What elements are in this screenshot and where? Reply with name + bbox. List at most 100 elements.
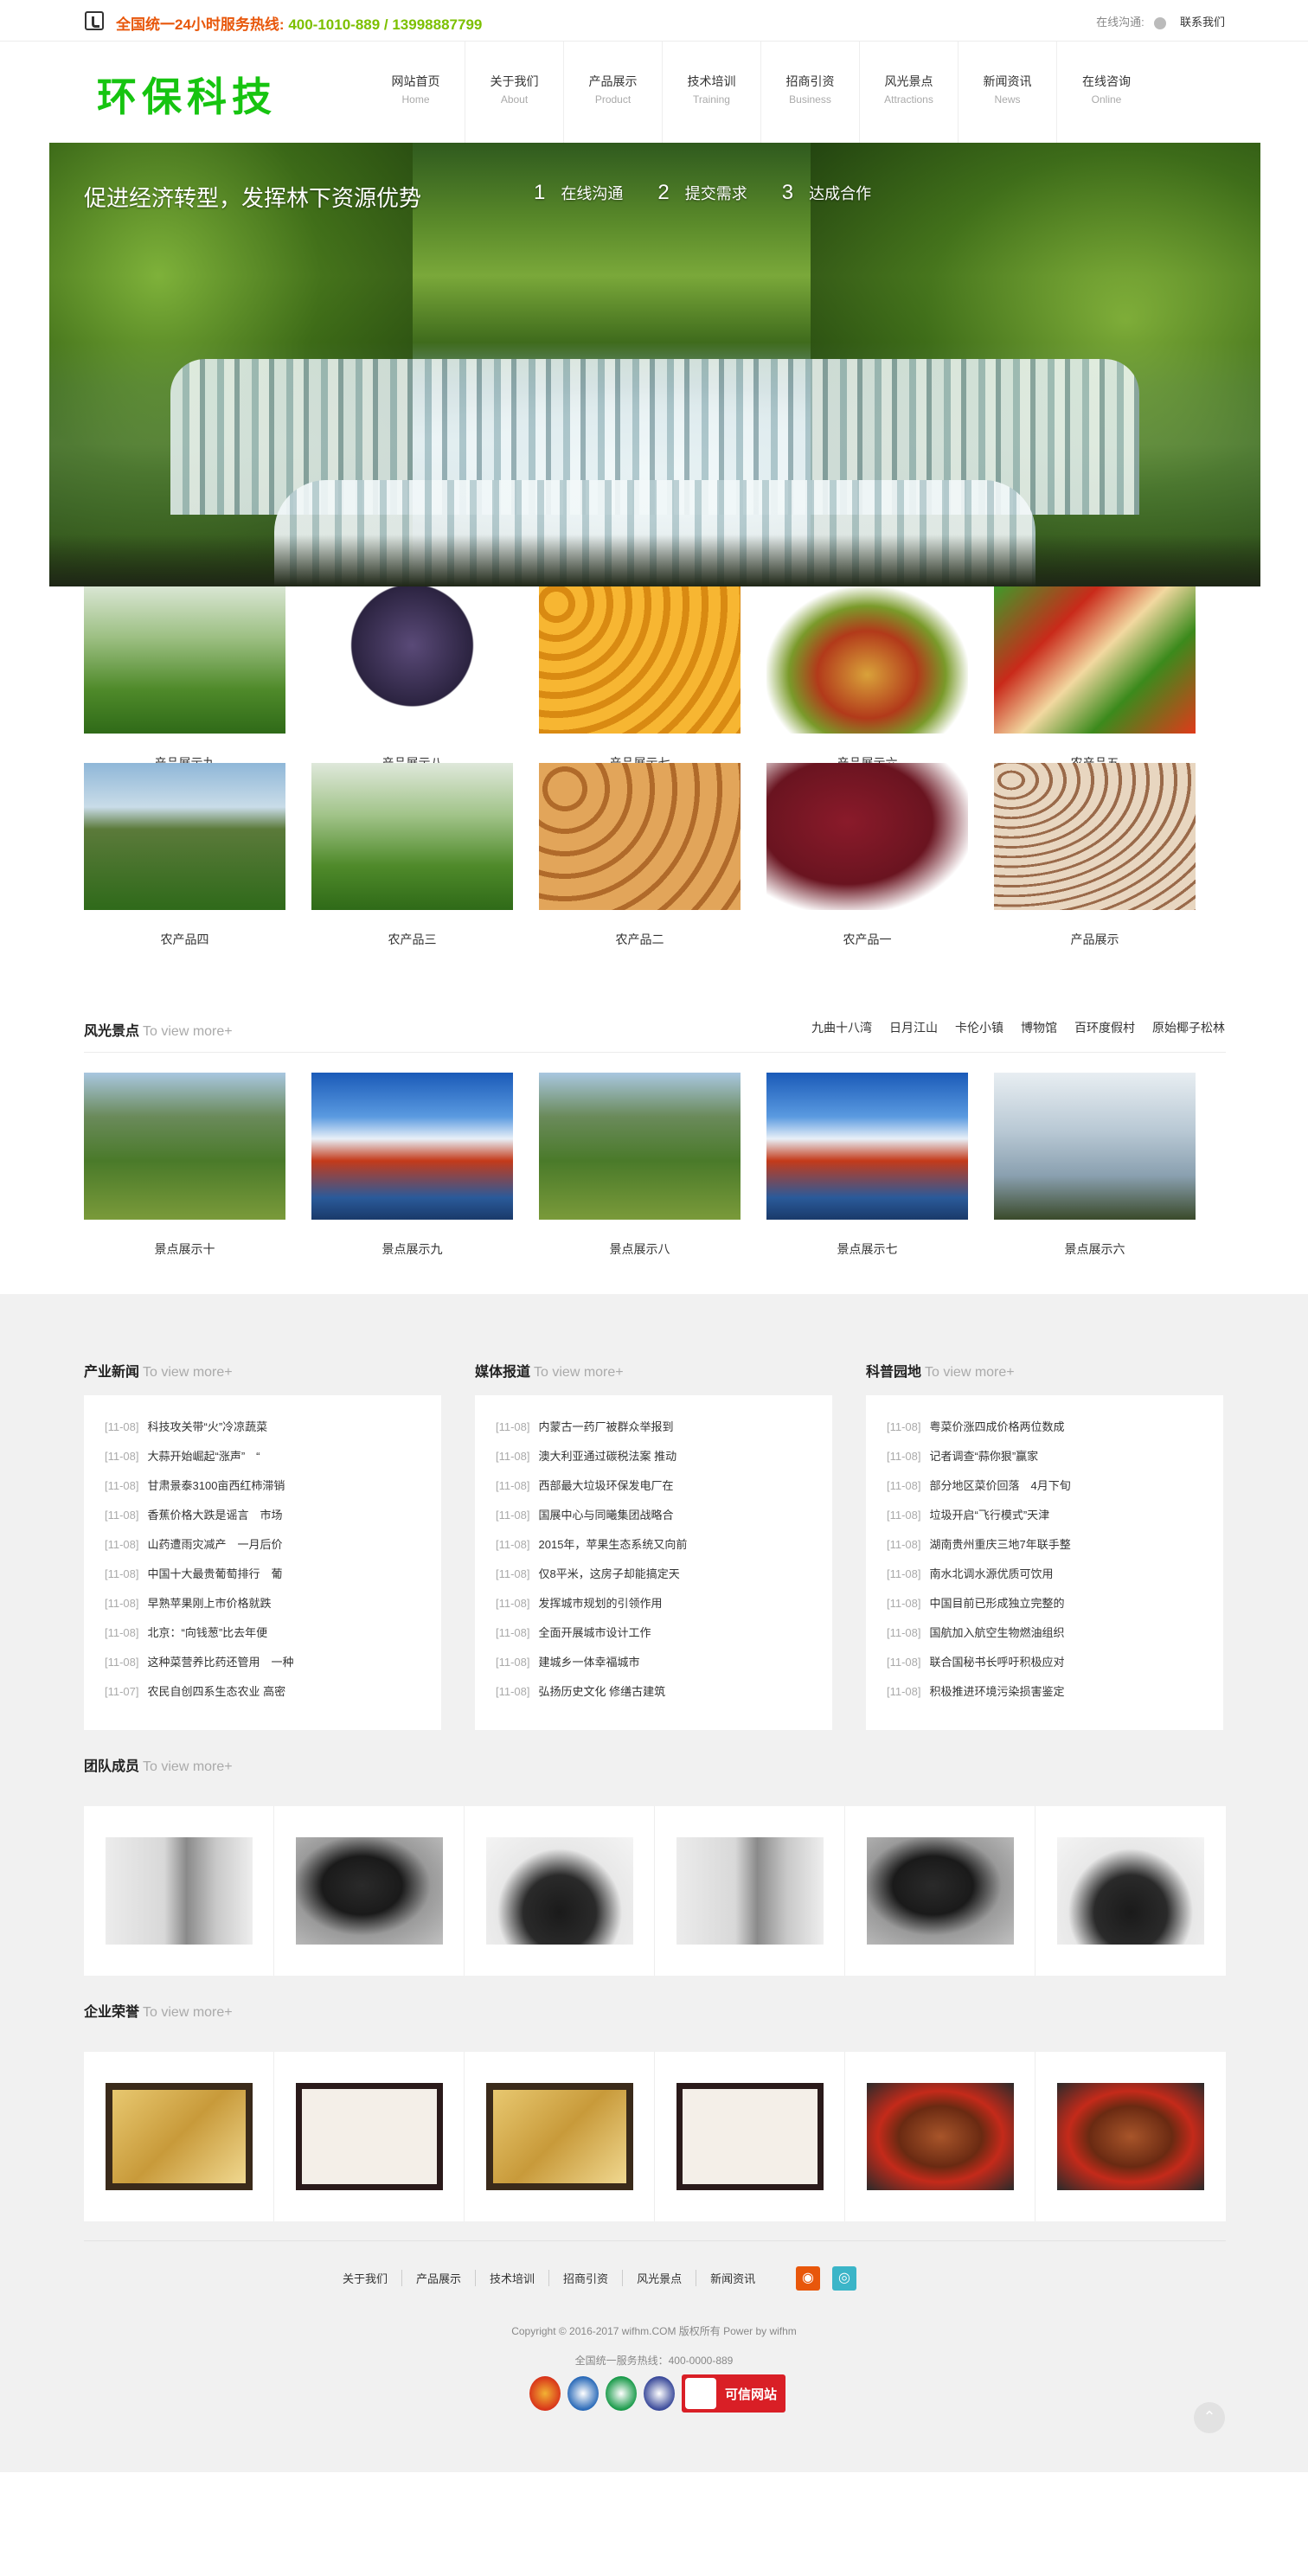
news-item[interactable]: [11-08] 山药遭雨灾减产 一月后价 [105, 1530, 441, 1560]
scenery-card[interactable]: 景点展示十 [84, 1073, 285, 1258]
scenery-tag[interactable]: 九曲十八湾 [811, 1019, 872, 1036]
news-item[interactable]: [11-08] 联合国秘书长呼吁积极应对 [887, 1648, 1223, 1677]
scenery-tag[interactable]: 百环度假村 [1074, 1019, 1135, 1036]
honor-item[interactable] [274, 2052, 465, 2221]
security-badge-icon[interactable] [567, 2376, 599, 2411]
scenery-tag[interactable]: 博物馆 [1021, 1019, 1057, 1036]
scenery-tag[interactable]: 原始椰子松林 [1152, 1019, 1225, 1036]
footer-link[interactable]: 技术培训 [476, 2270, 550, 2286]
nav-sublabel: Home [401, 93, 430, 106]
news-item[interactable]: [11-08] 澳大利亚通过碳税法案 推动 [496, 1442, 832, 1471]
news-item[interactable]: [11-08] 甘肃景泰3100亩西红柿滞销 [105, 1471, 441, 1501]
product-card[interactable]: 农产品五 [994, 586, 1196, 772]
news-item[interactable]: [11-08] 这种菜营养比药还管用 一种 [105, 1648, 441, 1677]
view-more-link[interactable]: To view more+ [143, 2005, 233, 2020]
team-member[interactable] [845, 1806, 1036, 1976]
team-member[interactable] [274, 1806, 465, 1976]
news-item[interactable]: [11-08] 北京：“向钱葱”比去年便 [105, 1618, 441, 1648]
scenery-card[interactable]: 景点展示七 [766, 1073, 968, 1258]
view-more-link[interactable]: To view more+ [143, 1759, 233, 1774]
news-item[interactable]: [11-08] 大蒜开始崛起“涨声” “ [105, 1442, 441, 1471]
news-item[interactable]: [11-07] 农民自创四系生态农业 高密 [105, 1677, 441, 1707]
weibo-icon[interactable]: ◉ [796, 2266, 820, 2291]
nav-attractions[interactable]: 风光景点 Attractions [860, 42, 959, 143]
product-card[interactable]: 农产品一 [766, 763, 968, 948]
news-item[interactable]: [11-08] 国展中心与同曦集团战略合 [496, 1501, 832, 1530]
news-item[interactable]: [11-08] 仅8平米，这房子却能搞定天 [496, 1560, 832, 1589]
product-card[interactable]: 产品展示 [994, 763, 1196, 948]
hero-banner[interactable]: 促进经济转型，发挥林下资源优势 1 在线沟通 2 提交需求 3 达成合作 [49, 143, 1260, 586]
nav-product[interactable]: 产品展示 Product [564, 42, 663, 143]
honor-item[interactable] [465, 2052, 655, 2221]
view-more-link[interactable]: To view more+ [925, 1365, 1015, 1380]
trusted-site-badge[interactable]: 可信网站 [682, 2374, 785, 2413]
team-member[interactable] [84, 1806, 274, 1976]
news-item[interactable]: [11-08] 南水北调水源优质可饮用 [887, 1560, 1223, 1589]
news-item[interactable]: [11-08] 科技攻关带“火”冷凉蔬菜 [105, 1413, 441, 1442]
news-title: 2015年，苹果生态系统又向前 [538, 1538, 688, 1551]
product-card[interactable]: 产品展示八 [311, 586, 513, 772]
site-logo[interactable]: 环保科技 [97, 66, 277, 123]
team-member[interactable] [1036, 1806, 1226, 1976]
nav-training[interactable]: 技术培训 Training [663, 42, 761, 143]
product-card[interactable]: 农产品二 [539, 763, 741, 948]
honor-item[interactable] [1036, 2052, 1226, 2221]
news-item[interactable]: [11-08] 弘扬历史文化 修缮古建筑 [496, 1677, 832, 1707]
product-card[interactable]: 产品展示九 [84, 586, 285, 772]
view-more-link[interactable]: To view more+ [143, 1365, 233, 1380]
tencent-weibo-icon[interactable]: ◎ [832, 2266, 856, 2291]
shield-badge-icon[interactable] [644, 2376, 675, 2411]
scenery-card[interactable]: 景点展示八 [539, 1073, 741, 1258]
footer-link[interactable]: 产品展示 [402, 2270, 477, 2286]
news-item[interactable]: [11-08] 发挥城市规划的引领作用 [496, 1589, 832, 1618]
contact-us-link[interactable]: 联系我们 [1180, 16, 1225, 29]
view-more-link[interactable]: To view more+ [534, 1365, 624, 1380]
nav-business[interactable]: 招商引资 Business [761, 42, 860, 143]
police-badge-icon[interactable] [529, 2376, 561, 2411]
scenery-card[interactable]: 景点展示六 [994, 1073, 1196, 1258]
news-item[interactable]: [11-08] 2015年，苹果生态系统又向前 [496, 1530, 832, 1560]
news-item[interactable]: [11-08] 积极推进环境污染损害鉴定 [887, 1677, 1223, 1707]
news-item[interactable]: [11-08] 湖南贵州重庆三地7年联手整 [887, 1530, 1223, 1560]
team-member[interactable] [655, 1806, 845, 1976]
news-item[interactable]: [11-08] 垃圾开启“飞行模式”天津 [887, 1501, 1223, 1530]
news-item[interactable]: [11-08] 内蒙古一药厂被群众举报到 [496, 1413, 832, 1442]
footer-link[interactable]: 关于我们 [329, 2270, 403, 2286]
product-card[interactable]: 产品展示六 [766, 586, 968, 772]
nav-home[interactable]: 网站首页 Home [367, 42, 465, 143]
product-card[interactable]: 农产品三 [311, 763, 513, 948]
view-more-link[interactable]: To view more+ [143, 1024, 233, 1039]
scenery-tag[interactable]: 日月江山 [889, 1019, 938, 1036]
news-item[interactable]: [11-08] 中国十大最贵葡萄排行 葡 [105, 1560, 441, 1589]
nav-about[interactable]: 关于我们 About [465, 42, 564, 143]
verified-badge-icon[interactable] [606, 2376, 637, 2411]
qq-icon[interactable] [1154, 16, 1167, 29]
honor-item[interactable] [84, 2052, 274, 2221]
news-date: [11-08] [105, 1450, 139, 1463]
nav-online[interactable]: 在线咨询 Online [1057, 42, 1156, 143]
nav-news[interactable]: 新闻资讯 News [959, 42, 1057, 143]
product-image-field [84, 763, 285, 910]
news-item[interactable]: [11-08] 西部最大垃圾环保发电厂在 [496, 1471, 832, 1501]
news-item[interactable]: [11-08] 早熟苹果刚上市价格就跌 [105, 1589, 441, 1618]
product-card[interactable]: 产品展示七 [539, 586, 741, 772]
news-item[interactable]: [11-08] 香蕉价格大跌是谣言 市场 [105, 1501, 441, 1530]
honor-item[interactable] [845, 2052, 1036, 2221]
news-item[interactable]: [11-08] 建城乡一体幸福城市 [496, 1648, 832, 1677]
team-member[interactable] [465, 1806, 655, 1976]
news-item[interactable]: [11-08] 部分地区菜价回落 4月下旬 [887, 1471, 1223, 1501]
honor-item[interactable] [655, 2052, 845, 2221]
news-item[interactable]: [11-08] 记者调查“蒜你狠”赢家 [887, 1442, 1223, 1471]
news-item[interactable]: [11-08] 中国目前已形成独立完整的 [887, 1589, 1223, 1618]
footer-link[interactable]: 新闻资讯 [696, 2270, 769, 2286]
scenery-tag[interactable]: 卡伦小镇 [955, 1019, 1003, 1036]
scenery-card[interactable]: 景点展示九 [311, 1073, 513, 1258]
news-item[interactable]: [11-08] 国航加入航空生物燃油组织 [887, 1618, 1223, 1648]
news-item[interactable]: [11-08] 全面开展城市设计工作 [496, 1618, 832, 1648]
product-card[interactable]: 农产品四 [84, 763, 285, 948]
news-title: 弘扬历史文化 修缮古建筑 [538, 1685, 666, 1698]
footer-link[interactable]: 风光景点 [623, 2270, 697, 2286]
footer-link[interactable]: 招商引资 [549, 2270, 624, 2286]
news-item[interactable]: [11-08] 粤菜价涨四成价格两位数成 [887, 1413, 1223, 1442]
back-to-top-icon[interactable]: ⌃ [1194, 2402, 1225, 2433]
